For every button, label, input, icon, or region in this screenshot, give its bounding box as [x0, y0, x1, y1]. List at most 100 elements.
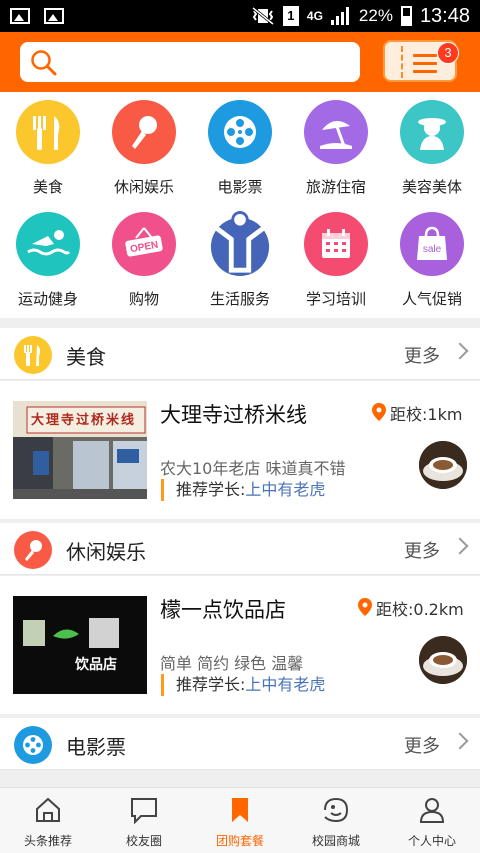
tab-profile[interactable]: 个人中心 — [384, 788, 480, 853]
search-input[interactable] — [20, 42, 360, 82]
tab-alumni[interactable]: 校友圈 — [96, 788, 192, 853]
person-icon — [419, 798, 445, 823]
shop-sign-text: 大理寺过桥米线 — [31, 413, 137, 428]
shop-sign-text: 饮品店 — [75, 657, 117, 673]
shop-photo: 饮品店 — [13, 596, 147, 694]
category-leisure[interactable]: 休闲娱乐 — [96, 100, 192, 197]
recommender-name[interactable]: 上中有老虎 — [245, 675, 325, 694]
category-label: 美容美体 — [401, 178, 462, 196]
tab-label: 校园商城 — [311, 834, 360, 848]
tab-group-buy[interactable]: 团购套餐 — [192, 788, 288, 853]
open-sign-icon: OPEN — [112, 212, 176, 276]
category-label: 学习培训 — [305, 290, 366, 308]
more-link[interactable]: 更多 — [404, 342, 440, 368]
category-label: 购物 — [128, 290, 159, 308]
shop-description: 农大10年老店 味道真不错 — [160, 459, 346, 478]
tab-label: 个人中心 — [407, 834, 456, 848]
fork-knife-icon — [14, 336, 52, 374]
recommender: 推荐学长:上中有老虎 — [161, 674, 325, 696]
shop-face-icon — [324, 797, 349, 823]
microphone-icon — [14, 531, 52, 569]
category-promotion[interactable]: sale 人气促销 — [384, 212, 480, 309]
film-reel-icon — [14, 726, 52, 764]
section-header-food[interactable]: 美食 更多 — [0, 328, 480, 380]
section-title: 休闲娱乐 — [66, 540, 146, 564]
category-label: 休闲娱乐 — [113, 178, 174, 196]
category-label: 旅游住宿 — [305, 178, 366, 196]
swimmer-icon — [16, 212, 80, 276]
search-icon — [31, 50, 57, 76]
chevron-right-icon — [451, 537, 469, 555]
location-pin-icon — [372, 403, 386, 421]
sale-bag-icon: sale — [400, 212, 464, 276]
location-pin-icon — [358, 598, 372, 616]
shop-name: 大理寺过桥米线 — [160, 403, 307, 427]
category-grid: 美食 休闲娱乐 电影票 旅游住宿 美容美体 运动健身 OPEN 购物 生活服务 … — [0, 92, 480, 318]
microphone-icon — [112, 100, 176, 164]
category-label: 人气促销 — [401, 290, 462, 308]
tab-label: 校友圈 — [125, 834, 162, 848]
top-bar — [0, 32, 480, 92]
gallery-notification-icon — [44, 8, 64, 24]
tab-campus-mall[interactable]: 校园商城 — [288, 788, 384, 853]
category-shopping[interactable]: OPEN 购物 — [96, 212, 192, 309]
recommender-label: 推荐学长: — [176, 480, 246, 499]
section-title: 电影票 — [66, 735, 126, 759]
section-header-leisure[interactable]: 休闲娱乐 更多 — [0, 523, 480, 575]
menu-badge: 3 — [437, 42, 459, 64]
bottom-nav: 头条推荐 校友圈 团购套餐 校园商城 个人中心 — [0, 787, 480, 853]
category-food[interactable]: 美食 — [0, 100, 96, 197]
avatar[interactable] — [419, 636, 467, 684]
image-notification-icon — [10, 8, 30, 24]
home-icon — [36, 797, 60, 822]
chevron-right-icon — [451, 732, 469, 750]
category-life-service[interactable]: 生活服务 — [192, 211, 288, 309]
tab-label: 头条推荐 — [23, 834, 72, 848]
recommender-name[interactable]: 上中有老虎 — [245, 480, 325, 499]
recommender: 推荐学长:上中有老虎 — [161, 479, 325, 501]
avatar[interactable] — [419, 441, 467, 489]
category-sports[interactable]: 运动健身 — [0, 212, 96, 309]
ticket-divider — [401, 46, 403, 78]
category-study[interactable]: 学习培训 — [288, 212, 384, 309]
calendar-icon — [304, 212, 368, 276]
fork-knife-icon — [16, 100, 80, 164]
category-travel[interactable]: 旅游住宿 — [288, 100, 384, 197]
battery-icon — [400, 6, 412, 26]
recommender-label: 推荐学长: — [176, 675, 246, 694]
tab-headlines[interactable]: 头条推荐 — [0, 788, 96, 853]
shop-name: 檬一点饮品店 — [160, 598, 286, 622]
category-label: 生活服务 — [209, 290, 270, 308]
category-label: 美食 — [32, 178, 63, 196]
status-bar: 1 4G 22% 13:48 — [0, 0, 480, 32]
bookmark-icon — [232, 798, 248, 822]
more-link[interactable]: 更多 — [404, 537, 440, 563]
section-header-movie[interactable]: 电影票 更多 — [0, 718, 480, 770]
category-label: 运动健身 — [17, 290, 78, 308]
chat-bubble-icon — [131, 798, 157, 825]
battery-percent: 22% — [358, 6, 393, 25]
shop-distance: 距校:0.2km — [376, 600, 464, 619]
section-title: 美食 — [66, 345, 106, 369]
clock: 13:48 — [419, 4, 470, 27]
shop-card[interactable]: 大理寺过桥米线 大理寺过桥米线 距校:1km 农大10年老店 味道真不错 推荐学… — [0, 381, 480, 519]
category-beauty[interactable]: 美容美体 — [384, 100, 480, 197]
shop-photo: 大理寺过桥米线 — [13, 401, 147, 499]
signal-icon — [330, 7, 351, 25]
shop-description: 简单 简约 绿色 温馨 — [160, 654, 304, 673]
tab-label: 团购套餐 — [215, 834, 264, 848]
beach-umbrella-icon — [304, 100, 368, 164]
lady-icon — [400, 100, 464, 164]
list-icon — [413, 54, 437, 78]
shop-card[interactable]: 饮品店 檬一点饮品店 距校:0.2km 简单 简约 绿色 温馨 推荐学长:上中有… — [0, 576, 480, 714]
film-reel-icon — [208, 100, 272, 164]
sim-indicator: 1 — [282, 6, 299, 26]
more-link[interactable]: 更多 — [404, 732, 440, 758]
svg-text:sale: sale — [423, 244, 442, 255]
network-type: 4G — [306, 8, 323, 23]
shop-distance: 距校:1km — [390, 405, 463, 424]
category-movie[interactable]: 电影票 — [192, 100, 288, 197]
chevron-right-icon — [451, 342, 469, 360]
person-arms-up-icon — [208, 211, 272, 276]
category-label: 电影票 — [217, 178, 263, 196]
